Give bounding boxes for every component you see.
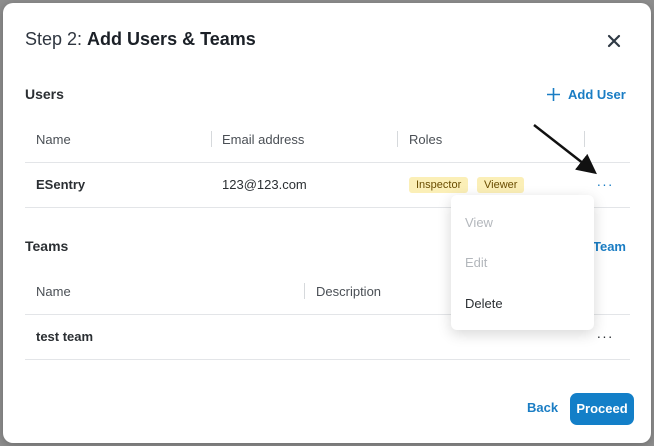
column-divider bbox=[584, 131, 585, 147]
column-divider bbox=[397, 131, 398, 147]
add-team-label: Team bbox=[593, 239, 626, 254]
add-team-button[interactable]: Team bbox=[593, 239, 626, 254]
plus-icon bbox=[547, 88, 560, 101]
add-user-label: Add User bbox=[568, 87, 626, 102]
column-header-email: Email address bbox=[222, 132, 305, 147]
role-badge-viewer: Viewer bbox=[477, 177, 525, 193]
dialog-title: Step 2: Add Users & Teams bbox=[25, 29, 256, 50]
column-header-roles: Roles bbox=[409, 132, 443, 147]
team-name: test team bbox=[36, 329, 94, 344]
menu-item-delete[interactable]: Delete bbox=[465, 296, 503, 311]
add-user-button[interactable]: Add User bbox=[546, 87, 626, 102]
user-email: 123@123.com bbox=[222, 177, 307, 192]
role-badge-inspector: Inspector bbox=[409, 177, 469, 193]
teams-section-title: Teams bbox=[25, 238, 69, 254]
menu-item-view[interactable]: View bbox=[465, 215, 493, 230]
users-section-title: Users bbox=[25, 86, 64, 102]
proceed-button[interactable]: Proceed bbox=[570, 393, 634, 425]
more-options-icon[interactable]: ··· bbox=[595, 328, 615, 344]
users-table-header: Name Email address Roles bbox=[25, 118, 630, 163]
back-button[interactable]: Back bbox=[527, 400, 558, 415]
dialog-title-main: Add Users & Teams bbox=[87, 29, 256, 49]
column-divider bbox=[211, 131, 212, 147]
menu-item-edit[interactable]: Edit bbox=[465, 255, 487, 270]
dialog-title-prefix: Step 2: bbox=[25, 29, 88, 49]
more-options-icon[interactable]: ··· bbox=[595, 176, 615, 192]
column-header-name: Name bbox=[36, 132, 71, 147]
close-icon[interactable] bbox=[605, 32, 623, 50]
row-actions-menu: View Edit Delete bbox=[451, 195, 594, 330]
add-users-teams-dialog: Step 2: Add Users & Teams Users Add User… bbox=[3, 3, 651, 443]
column-header-description: Description bbox=[316, 284, 382, 299]
column-header-name: Name bbox=[36, 284, 71, 299]
column-divider bbox=[304, 283, 305, 299]
user-name: ESentry bbox=[36, 177, 86, 192]
